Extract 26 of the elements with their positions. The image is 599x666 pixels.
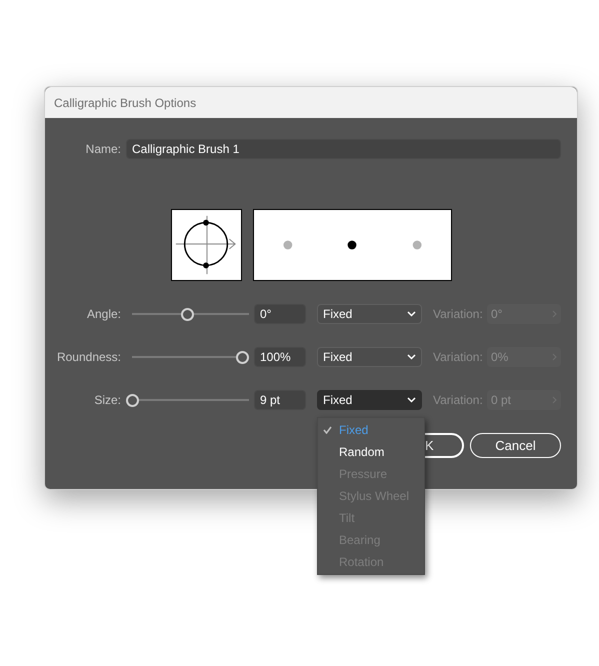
variation-label: Variation: [433,392,484,409]
value-field[interactable]: 9 pt [254,390,306,410]
slider-thumb[interactable] [126,394,139,406]
slider-thumb[interactable] [236,350,249,364]
variation-label: Variation: [433,306,484,323]
value-field[interactable]: 0° [254,304,306,324]
cancel-button[interactable]: Cancel [470,433,561,458]
checkmark-icon [323,426,332,434]
setting-label: Size: [93,392,121,409]
value-field[interactable]: 100% [254,347,306,367]
variation-label: Variation: [433,349,484,366]
mode-dropdown[interactable]: Fixed [317,304,422,324]
caret-icon [407,354,416,360]
slider[interactable] [126,394,249,406]
window-title: Calligraphic Brush Options [54,94,196,112]
caret-icon [407,311,416,317]
setting-label: Roundness: [56,349,121,366]
slider-thumb[interactable] [181,308,194,320]
angle-preview-drawing [171,209,242,281]
menu-item[interactable]: Random [318,441,424,463]
mode-dropdown[interactable]: Fixed [317,390,422,410]
caret-icon [407,397,416,403]
setting-label: Angle: [86,306,121,323]
name-label: Name: [84,141,121,158]
name-field[interactable]: Calligraphic Brush 1 [126,139,561,159]
mode-dropdown[interactable]: Fixed [317,347,422,367]
